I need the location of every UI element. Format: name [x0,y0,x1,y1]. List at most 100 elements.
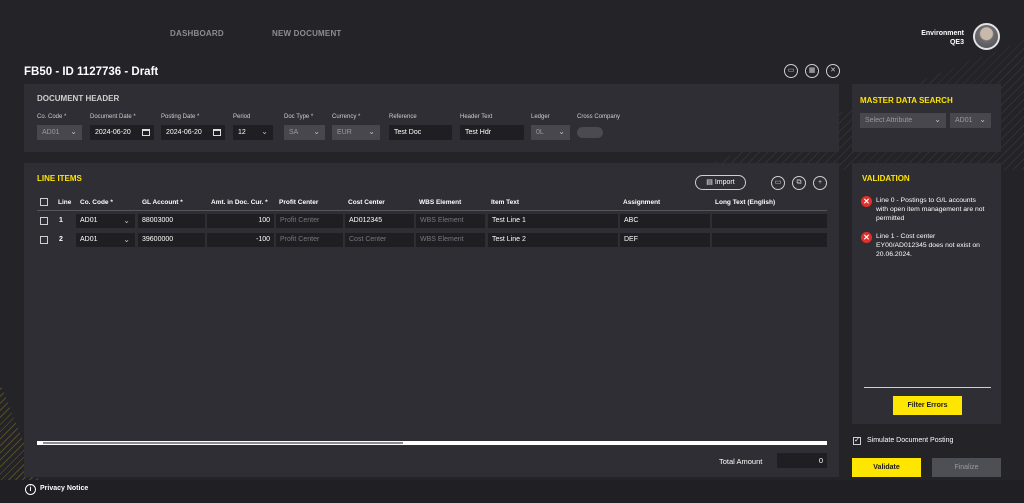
doc-type-label: Doc Type * [284,114,314,120]
column-co-code: Co. Code * [80,199,113,206]
column-item-text: Item Text [491,199,520,206]
column-profit-center: Profit Center [279,199,319,206]
calendar-icon[interactable] [213,129,221,136]
chevron-down-icon: ⌄ [979,115,986,124]
doc-type-select[interactable]: SA ⌄ [284,125,325,140]
save-icon: ▦ [808,67,816,74]
simulate-checkbox[interactable]: ✓ [853,437,861,445]
assignment-cell[interactable]: DEF [620,233,710,247]
long-text-cell[interactable] [712,214,827,228]
column-cost-center: Cost Center [348,199,385,206]
trash-icon: ▭ [787,67,795,74]
column-assignment: Assignment [623,199,661,206]
line-number: 2 [59,236,63,243]
validate-button[interactable]: Validate [852,458,921,477]
avatar[interactable] [973,23,1000,50]
co-code-cell[interactable]: AD01 ⌄ [76,233,135,247]
column-line: Line [58,199,72,206]
plus-icon: + [817,179,823,186]
co-code-select[interactable]: AD01 ⌄ [37,125,82,140]
company-select[interactable]: AD01 ⌄ [950,113,991,128]
profit-center-cell[interactable]: Profit Center [276,233,343,247]
chevron-down-icon: ⌄ [313,127,320,136]
wbs-element-cell[interactable]: WBS Element [416,233,485,247]
validation-divider [864,387,991,388]
currency-value: EUR [337,129,352,136]
assignment-cell[interactable]: ABC [620,214,710,228]
co-code-label: Co. Code * [37,114,67,120]
total-amount-label: Total Amount [719,457,763,466]
co-code-cell-value: AD01 [80,236,98,243]
wbs-element-cell[interactable]: WBS Element [416,214,485,228]
amount-cell[interactable]: -100 [207,233,274,247]
document-header-title: DOCUMENT HEADER [37,94,120,103]
amount-cell[interactable]: 100 [207,214,274,228]
upload-icon: ▤ [706,179,713,186]
document-date-field[interactable]: 2024-06-20 [90,125,154,140]
nav-dashboard[interactable]: DASHBOARD [170,29,224,38]
import-label: Import [714,179,735,186]
ledger-value: 0L [536,129,544,136]
gl-account-cell[interactable]: 39600000 [138,233,205,247]
nav-new-document[interactable]: NEW DOCUMENT [272,29,342,38]
co-code-cell-value: AD01 [80,217,98,224]
select-all-checkbox[interactable] [40,198,48,206]
document-date-label: Document Date * [90,114,136,120]
error-message: Line 1 - Cost center EY00/AD012345 does … [876,233,980,258]
delete-document-button[interactable]: ▭ [784,64,798,78]
import-button[interactable]: ▤ Import [695,175,746,190]
item-text-cell[interactable]: Test Line 2 [488,233,618,247]
attribute-placeholder: Select Attribute [865,117,913,124]
page-title: FB50 - ID 1127736 - Draft [24,66,159,78]
co-code-value: AD01 [42,129,60,136]
attribute-select[interactable]: Select Attribute ⌄ [860,113,946,128]
horizontal-scrollbar[interactable] [37,441,827,445]
simulate-label: Simulate Document Posting [867,437,954,444]
gl-account-cell[interactable]: 88003000 [138,214,205,228]
period-select[interactable]: 12 ⌄ [233,125,273,140]
environment-value: QE3 [949,39,964,46]
column-long-text: Long Text (English) [715,199,776,206]
chevron-down-icon: ⌄ [123,216,130,225]
close-document-button[interactable]: ✕ [826,64,840,78]
reference-input[interactable]: Test Doc [389,125,452,140]
cost-center-cell[interactable]: AD012345 [345,214,414,228]
delete-line-button[interactable]: ▭ [771,176,785,190]
header-text-input[interactable]: Test Hdr [460,125,524,140]
copy-line-button[interactable]: ⧉ [792,176,806,190]
row-checkbox[interactable] [40,236,48,244]
cross-company-label: Cross Company [577,114,621,120]
document-date-value: 2024-06-20 [95,129,131,136]
column-gl-account: GL Account * [142,199,183,206]
profit-center-cell[interactable]: Profit Center [276,214,343,228]
calendar-icon[interactable] [142,129,150,136]
environment-indicator: Environment QE3 [921,29,964,47]
save-document-button[interactable]: ▦ [805,64,819,78]
validation-title: VALIDATION [862,174,910,183]
footer-bar [0,480,1024,503]
doc-type-value: SA [289,129,299,136]
checkmark-icon: ✓ [854,437,860,444]
privacy-notice-link[interactable]: Privacy Notice [40,485,88,492]
posting-date-field[interactable]: 2024-06-20 [161,125,225,140]
close-icon: ✕ [830,67,836,74]
row-checkbox[interactable] [40,217,48,225]
ledger-label: Ledger [531,114,550,120]
cost-center-cell[interactable]: Cost Center [345,233,414,247]
add-line-button[interactable]: + [813,176,827,190]
chevron-down-icon: ⌄ [70,127,77,136]
error-icon: ✕ [861,232,872,243]
co-code-cell[interactable]: AD01 ⌄ [76,214,135,228]
chevron-down-icon: ⌄ [123,235,130,244]
filter-errors-button[interactable]: Filter Errors [893,396,962,415]
scrollbar-thumb[interactable] [43,442,403,444]
finalize-button[interactable]: Finalize [932,458,1001,477]
item-text-cell[interactable]: Test Line 1 [488,214,618,228]
long-text-cell[interactable] [712,233,827,247]
cross-company-toggle[interactable] [577,127,603,138]
total-amount-value: 0 [777,453,827,468]
reference-label: Reference [389,114,417,120]
ledger-select[interactable]: 0L ⌄ [531,125,570,140]
error-message: Line 0 - Postings to G/L accounts with o… [876,197,985,222]
currency-select[interactable]: EUR ⌄ [332,125,380,140]
